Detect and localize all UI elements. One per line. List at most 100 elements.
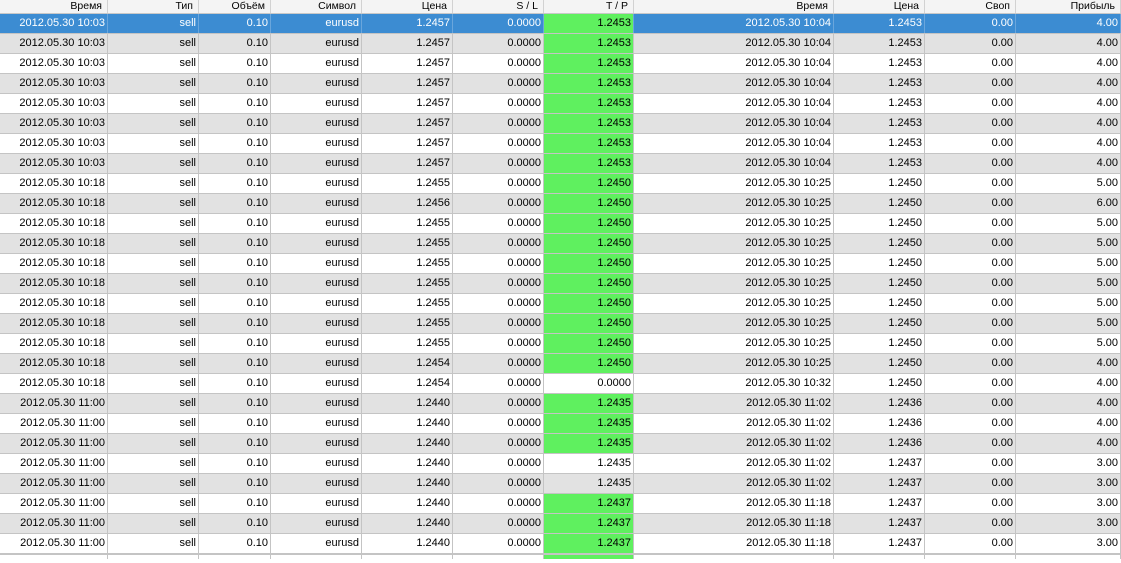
cell-profit: 4.00: [1016, 374, 1121, 393]
table-row[interactable]: 2012.05.30 10:18 sell 0.10 eurusd 1.2455 0.00…: [0, 274, 1121, 294]
cell-open-price: 1.2457: [362, 114, 453, 133]
cell-close-price: 1.2453: [834, 54, 925, 73]
cell-open-time: 2012.05.30 11:00: [0, 454, 108, 473]
cell-type: sell: [108, 234, 199, 253]
cell-symbol: eurusd: [271, 314, 362, 333]
table-row[interactable]: 2012.05.30 11:00 sell 0.10 eurusd 1.2440 0.00…: [0, 454, 1121, 474]
cell-volume: 0.10: [199, 214, 271, 233]
cell-profit: 5.00: [1016, 234, 1121, 253]
table-row[interactable]: 2012.05.30 11:00 sell 0.10 eurusd 1.2440 0.00…: [0, 514, 1121, 534]
cell-take-profit: 1.2453: [544, 74, 634, 93]
table-row[interactable]: 2012.05.30 10:18 sell 0.10 eurusd 1.2456 0.00…: [0, 194, 1121, 214]
cell-type: sell: [108, 294, 199, 313]
table-row[interactable]: 2012.05.30 10:18 sell 0.10 eurusd 1.2455 0.00…: [0, 174, 1121, 194]
cell-close-price: 1.2450: [834, 334, 925, 353]
table-row[interactable]: 2012.05.30 10:18 sell 0.10 eurusd 1.2455 0.00…: [0, 314, 1121, 334]
cell-symbol: eurusd: [271, 34, 362, 53]
table-row[interactable]: 2012.05.30 10:03 sell 0.10 eurusd 1.2457 0.00…: [0, 74, 1121, 94]
table-row[interactable]: 2012.05.30 10:03 sell 0.10 eurusd 1.2457 0.00…: [0, 134, 1121, 154]
table-row[interactable]: 2012.05.30 10:03 sell 0.10 eurusd 1.2457 0.00…: [0, 14, 1121, 34]
table-row[interactable]: 2012.05.30 11:00 sell 0.10 eurusd 1.2440 0.00…: [0, 534, 1121, 554]
cell-close-price: 1.2437: [834, 514, 925, 533]
table-row[interactable]: 2012.05.30 10:18 sell 0.10 eurusd 1.2455 0.00…: [0, 334, 1121, 354]
table-row[interactable]: 2012.05.30 11:00 sell 0.10 eurusd 1.2440 0.00…: [0, 434, 1121, 454]
cell-symbol: eurusd: [271, 114, 362, 133]
cell-take-profit: 1.2453: [544, 14, 634, 33]
column-header-swap[interactable]: Своп: [925, 0, 1016, 13]
cell-open-time: 2012.05.30 10:03: [0, 114, 108, 133]
cell-type: sell: [108, 34, 199, 53]
cell-open-time: 2012.05.30 11:00: [0, 414, 108, 433]
cell-volume: 0.10: [199, 514, 271, 533]
cell-swap: 0.00: [925, 374, 1016, 393]
cell-open-price: 1.2440: [362, 394, 453, 413]
cell-close-time: 2012.05.30 10:25: [634, 294, 834, 313]
cell-close-price: 1.2450: [834, 314, 925, 333]
column-header-open-time[interactable]: Время: [0, 0, 108, 13]
cell-stop-loss: 0.0000: [453, 434, 544, 453]
cell-take-profit: 1.2453: [544, 34, 634, 53]
cell-close-time: 2012.05.30 10:25: [634, 214, 834, 233]
table-row[interactable]: 2012.05.30 10:18 sell 0.10 eurusd 1.2455 0.00…: [0, 234, 1121, 254]
cell-volume: 0.10: [199, 414, 271, 433]
cell-open-price: 1.2455: [362, 234, 453, 253]
cell-open-price: 1.2440: [362, 514, 453, 533]
cell-close-time: 2012.05.30 11:02: [634, 414, 834, 433]
table-row[interactable]: 2012.05.30 10:18 sell 0.10 eurusd 1.2454 0.00…: [0, 374, 1121, 394]
column-header-close-time[interactable]: Время: [634, 0, 834, 13]
table-row[interactable]: 2012.05.30 10:18 sell 0.10 eurusd 1.2455 0.00…: [0, 214, 1121, 234]
column-header-open-price[interactable]: Цена: [362, 0, 453, 13]
cell-stop-loss: 0.0000: [453, 234, 544, 253]
cell-stop-loss: 0.0000: [453, 374, 544, 393]
cell-close-time: 2012.05.30 10:04: [634, 74, 834, 93]
column-header-profit[interactable]: Прибыль: [1016, 0, 1121, 13]
cell-stop-loss: 0.0000: [453, 154, 544, 173]
cell-symbol: eurusd: [271, 414, 362, 433]
column-header-volume[interactable]: Объём: [199, 0, 271, 13]
table-row[interactable]: 2012.05.30 10:18 sell 0.10 eurusd 1.2455 0.00…: [0, 294, 1121, 314]
cell-open-price: 1.2457: [362, 74, 453, 93]
cell-open-time: 2012.05.30 10:03: [0, 74, 108, 93]
cell-swap: 0.00: [925, 154, 1016, 173]
cell-swap: 0.00: [925, 534, 1016, 553]
cell-symbol: eurusd: [271, 154, 362, 173]
cell-open-time: 2012.05.30 11:00: [0, 514, 108, 533]
table-row[interactable]: 2012.05.30 10:18 sell 0.10 eurusd 1.2454 0.00…: [0, 354, 1121, 374]
cell-open-price: 1.2440: [362, 454, 453, 473]
cell-profit: 5.00: [1016, 274, 1121, 293]
cell-volume: 0.10: [199, 434, 271, 453]
column-header-stop-loss[interactable]: S / L: [453, 0, 544, 13]
table-row[interactable]: 2012.05.30 10:03 sell 0.10 eurusd 1.2457 0.00…: [0, 34, 1121, 54]
cell-close-price: 1.2453: [834, 14, 925, 33]
table-row[interactable]: 2012.05.30 10:03 sell 0.10 eurusd 1.2457 0.00…: [0, 154, 1121, 174]
cell-swap: 0.00: [925, 494, 1016, 513]
cell-swap: 0.00: [925, 434, 1016, 453]
cell-profit: 3.00: [1016, 474, 1121, 493]
cell-symbol: eurusd: [271, 434, 362, 453]
cell-type: sell: [108, 354, 199, 373]
table-row[interactable]: 2012.05.30 10:03 sell 0.10 eurusd 1.2457 0.00…: [0, 94, 1121, 114]
cell-profit: 4.00: [1016, 14, 1121, 33]
cell-volume: 0.10: [199, 54, 271, 73]
cell-type: sell: [108, 534, 199, 553]
table-row[interactable]: 2012.05.30 11:00 sell 0.10 eurusd 1.2440 0.00…: [0, 414, 1121, 434]
cell-stop-loss: 0.0000: [453, 114, 544, 133]
table-row[interactable]: 2012.05.30 10:03 sell 0.10 eurusd 1.2457 0.00…: [0, 54, 1121, 74]
table-row[interactable]: 2012.05.30 11:00 sell 0.10 eurusd 1.2440 0.00…: [0, 394, 1121, 414]
cell-type: sell: [108, 174, 199, 193]
cell-open-price: 1.2457: [362, 54, 453, 73]
cell-close-price: 1.2453: [834, 74, 925, 93]
cell-swap: 0.00: [925, 134, 1016, 153]
table-row[interactable]: 2012.05.30 10:18 sell 0.10 eurusd 1.2455 0.00…: [0, 254, 1121, 274]
table-row[interactable]: 2012.05.30 11:00 sell 0.10 eurusd 1.2440 0.00…: [0, 474, 1121, 494]
table-row[interactable]: 2012.05.30 11:00 sell 0.10 eurusd 1.2440 0.00…: [0, 494, 1121, 514]
column-header-close-price[interactable]: Цена: [834, 0, 925, 13]
cell-close-time: 2012.05.30 10:25: [634, 254, 834, 273]
cell-open-price: 1.2454: [362, 374, 453, 393]
table-row[interactable]: 2012.05.30 10:03 sell 0.10 eurusd 1.2457 0.00…: [0, 114, 1121, 134]
cell-close-time: 2012.05.30 10:25: [634, 274, 834, 293]
column-header-type[interactable]: Тип: [108, 0, 199, 13]
column-header-take-profit[interactable]: T / P: [544, 0, 634, 13]
column-header-symbol[interactable]: Символ: [271, 0, 362, 13]
cell-take-profit: 1.2437: [544, 514, 634, 533]
